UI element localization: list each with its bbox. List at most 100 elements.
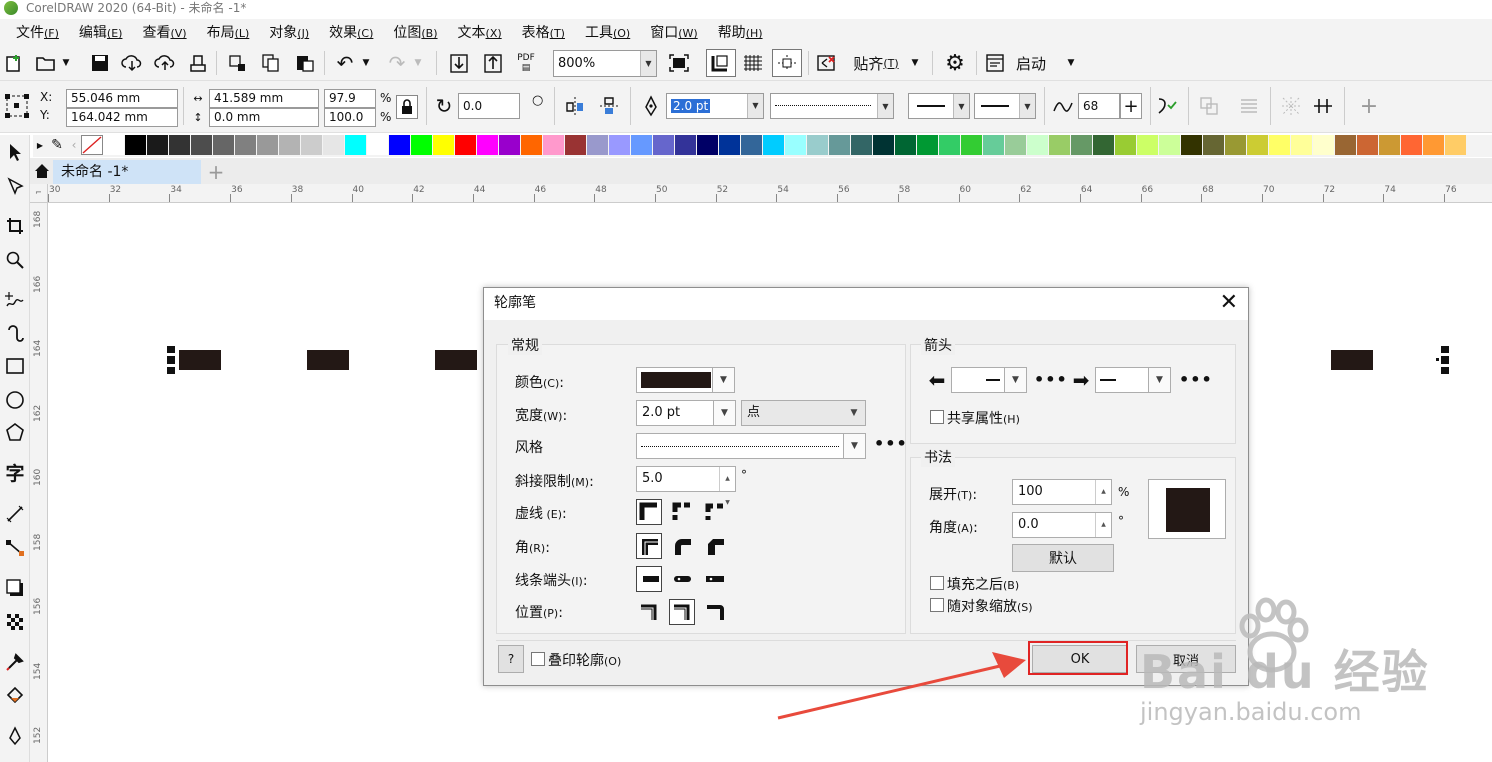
rulers-toggle-icon[interactable] <box>706 49 736 77</box>
palette-swatch[interactable] <box>411 135 433 155</box>
rotation-angle-field[interactable]: 0.0 <box>458 93 520 119</box>
cut-icon[interactable] <box>226 51 250 75</box>
right-selection-handle[interactable] <box>1436 346 1450 374</box>
palette-swatch[interactable] <box>323 135 345 155</box>
snap-to-menu[interactable]: 贴齐 (T) <box>848 51 904 75</box>
menu-effects[interactable]: 效果(C) <box>319 22 383 42</box>
publish-pdf-icon[interactable]: PDF ▤ <box>512 51 540 75</box>
palette-swatch[interactable] <box>1401 135 1423 155</box>
palette-swatch[interactable] <box>235 135 257 155</box>
artistic-media-tool-icon[interactable] <box>2 321 28 347</box>
palette-swatch[interactable] <box>521 135 543 155</box>
palette-swatch[interactable] <box>1291 135 1313 155</box>
palette-swatch[interactable] <box>103 135 125 155</box>
save-icon[interactable] <box>88 51 112 75</box>
palette-swatch[interactable] <box>1203 135 1225 155</box>
palette-scroll-left-icon[interactable]: ▶ <box>33 135 47 155</box>
outline-width-field[interactable]: 2.0 pt ▼ <box>666 93 764 119</box>
start-arrow-field[interactable]: ▼ <box>908 93 970 119</box>
eyedropper-tool-icon[interactable] <box>2 649 28 675</box>
import-icon[interactable] <box>446 51 472 75</box>
dash-fixed-icon[interactable] <box>702 499 728 525</box>
menu-view[interactable]: 查看(V) <box>132 22 196 42</box>
drop-shadow-tool-icon[interactable] <box>2 575 28 601</box>
palette-swatch[interactable] <box>1445 135 1467 155</box>
menu-window[interactable]: 窗口(W) <box>640 22 707 42</box>
scale-y-field[interactable]: 100.0 <box>324 108 376 127</box>
palette-swatch[interactable] <box>697 135 719 155</box>
zoom-tool-icon[interactable] <box>2 247 28 273</box>
corner-bevel-icon[interactable] <box>702 533 728 559</box>
menu-help[interactable]: 帮助(H) <box>708 22 773 42</box>
cap-square-icon[interactable] <box>702 566 728 592</box>
canvas-dash-segment[interactable] <box>1331 350 1373 370</box>
launch-dropdown-icon[interactable]: ▼ <box>1064 51 1078 75</box>
canvas-dash-segment[interactable] <box>435 350 477 370</box>
end-arrow-field[interactable]: ▼ <box>974 93 1036 119</box>
palette-swatch[interactable] <box>851 135 873 155</box>
stretch-field[interactable]: 100 ▲▼ <box>1012 479 1112 519</box>
palette-swatch[interactable] <box>763 135 785 155</box>
palette-swatch[interactable] <box>675 135 697 155</box>
export-icon[interactable] <box>480 51 506 75</box>
text-wrap-disabled-icon[interactable] <box>1236 93 1262 119</box>
palette-swatch[interactable] <box>1313 135 1335 155</box>
rectangle-tool-icon[interactable] <box>2 353 28 379</box>
help-button[interactable]: ? <box>498 645 524 673</box>
line-style-select[interactable]: ▼ <box>636 433 866 459</box>
convert-to-curves-icon[interactable] <box>1278 93 1304 119</box>
palette-swatch[interactable] <box>829 135 851 155</box>
menu-tools[interactable]: 工具(O) <box>575 22 640 42</box>
width-dropdown-icon[interactable]: ▼ <box>713 401 735 425</box>
wrap-text-icon[interactable] <box>1154 93 1180 119</box>
transparency-tool-icon[interactable] <box>2 609 28 635</box>
smoothing-plus-icon[interactable]: + <box>1120 93 1142 119</box>
scale-x-field[interactable]: 97.9 <box>324 89 376 108</box>
menu-bitmaps[interactable]: 位图(B) <box>383 22 447 42</box>
palette-swatch[interactable] <box>389 135 411 155</box>
scale-with-object-checkbox[interactable] <box>930 598 944 612</box>
line-style-dropdown-icon[interactable]: ▼ <box>877 94 893 118</box>
align-icon[interactable] <box>1310 93 1336 119</box>
snap-off-icon[interactable] <box>814 51 840 75</box>
open-folder-icon[interactable] <box>34 51 58 75</box>
palette-swatch[interactable] <box>1093 135 1115 155</box>
cap-round-icon[interactable] <box>669 566 695 592</box>
line-style-dropdown-icon[interactable]: ▼ <box>843 434 865 458</box>
start-arrow-dropdown-icon[interactable]: ▼ <box>953 94 969 118</box>
palette-swatch[interactable] <box>1247 135 1269 155</box>
position-center-icon[interactable] <box>669 599 695 625</box>
interactive-fill-tool-icon[interactable] <box>2 683 28 709</box>
palette-swatch[interactable] <box>719 135 741 155</box>
paste-icon[interactable] <box>293 51 317 75</box>
stretch-spinner[interactable]: ▲▼ <box>1095 480 1111 519</box>
launch-icon[interactable] <box>982 51 1008 75</box>
palette-swatch[interactable] <box>455 135 477 155</box>
smart-fill-tool-icon[interactable] <box>2 723 28 749</box>
options-gear-icon[interactable]: ⚙ <box>940 51 970 76</box>
palette-swatch[interactable] <box>169 135 191 155</box>
corner-miter-icon[interactable] <box>636 533 662 559</box>
palette-swatch[interactable] <box>565 135 587 155</box>
smoothing-field[interactable]: 68 <box>1078 93 1120 119</box>
width-field[interactable]: 2.0 pt ▼ <box>636 400 736 426</box>
dialog-close-icon[interactable]: ✕ <box>1220 290 1238 316</box>
palette-swatch[interactable] <box>1027 135 1049 155</box>
y-position-field[interactable]: 164.042 mm <box>66 108 178 127</box>
palette-swatch[interactable] <box>895 135 917 155</box>
palette-eyedropper-icon[interactable]: ✎ <box>47 135 67 155</box>
launch-label[interactable]: 启动 <box>1012 51 1050 75</box>
palette-swatch[interactable] <box>1049 135 1071 155</box>
dash-align-corners-icon[interactable] <box>669 499 695 525</box>
position-inside-icon[interactable] <box>702 599 728 625</box>
menu-table[interactable]: 表格(T) <box>512 22 575 42</box>
ellipse-tool-icon[interactable] <box>2 387 28 413</box>
palette-swatch[interactable] <box>147 135 169 155</box>
mirror-vertical-icon[interactable] <box>596 93 622 119</box>
fill-behind-checkbox[interactable] <box>930 576 944 590</box>
corner-round-icon[interactable] <box>669 533 695 559</box>
miter-limit-field[interactable]: 5.0 ▲ ▼ <box>636 466 736 506</box>
start-arrow-select[interactable]: ▼ <box>951 367 1027 393</box>
menu-object[interactable]: 对象(J) <box>259 22 319 42</box>
object-height-field[interactable]: 0.0 mm <box>209 108 319 127</box>
